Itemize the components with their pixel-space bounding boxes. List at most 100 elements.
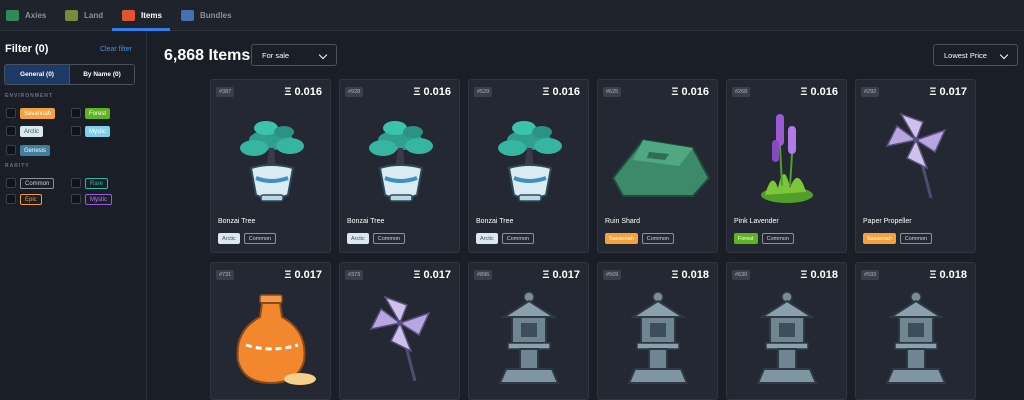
arctic-checkbox[interactable] [6, 126, 16, 136]
tab-items-label: Items [141, 11, 162, 20]
item-card[interactable]: #292 Ξ 0.017 Paper Propeller Savannah Co… [855, 79, 976, 253]
rarity-tag: Common [761, 233, 794, 244]
item-count-title: 6,868 Items [164, 47, 251, 64]
item-id-badge: #731 [216, 270, 235, 280]
pinwheel-item-image [861, 100, 972, 210]
item-price: Ξ 0.017 [284, 269, 322, 281]
item-id-badge: #593 [861, 270, 880, 280]
filter-title: Filter (0) [5, 43, 49, 55]
sale-filter-dropdown[interactable]: For sale [251, 44, 337, 66]
rare-tag: Rare [85, 178, 109, 189]
top-nav: Axies Land Items Bundles [0, 0, 1024, 31]
clear-filter-link[interactable]: Clear filter [100, 46, 132, 53]
tab-axies[interactable]: Axies [6, 0, 46, 31]
item-id-badge: #529 [474, 87, 493, 97]
tab-land-label: Land [84, 11, 104, 20]
item-card[interactable]: #569 Ξ 0.018 [597, 262, 718, 400]
item-name: Bonzai Tree [476, 218, 514, 225]
item-tags: Arctic Common [347, 233, 406, 244]
item-price: Ξ 0.018 [929, 269, 967, 281]
item-card[interactable]: #731 Ξ 0.017 [210, 262, 331, 400]
by-name-filter-tab[interactable]: By Name (0) [70, 65, 134, 84]
item-id-badge: #387 [216, 87, 235, 97]
item-id-badge: #928 [345, 87, 364, 97]
rare-checkbox[interactable] [71, 178, 81, 188]
item-card[interactable]: #928 Ξ 0.016 Bonzai Tree Arctic Common [339, 79, 460, 253]
item-price: Ξ 0.016 [542, 86, 580, 98]
item-id-badge: #569 [603, 270, 622, 280]
item-id-badge: #625 [603, 87, 622, 97]
environment-tag: Savannah [863, 233, 896, 244]
item-price: Ξ 0.016 [800, 86, 838, 98]
item-card[interactable]: #373 Ξ 0.017 [339, 262, 460, 400]
genesis-checkbox[interactable] [6, 145, 16, 155]
tab-items[interactable]: Items [122, 0, 162, 31]
lantern-item-image [861, 283, 972, 393]
rarity-tag: Common [501, 233, 535, 244]
item-tags: Arctic Common [218, 233, 277, 244]
lantern-item-image [474, 283, 585, 393]
item-tags: Arctic Common [476, 233, 535, 244]
environment-tag: Forest [734, 233, 758, 244]
tab-bundles[interactable]: Bundles [181, 0, 232, 31]
mystic-rarity-tag: Mystic [85, 194, 112, 205]
lavender-item-image [732, 100, 843, 210]
item-card[interactable]: #387 Ξ 0.016 Bonzai Tree Arctic Common [210, 79, 331, 253]
savannah-tag: Savannah [20, 108, 56, 119]
lantern-item-image [732, 283, 843, 393]
rarity-tag: Common [899, 233, 933, 244]
common-checkbox[interactable] [6, 178, 16, 188]
general-filter-tab[interactable]: General (0) [5, 65, 70, 84]
item-card[interactable]: #529 Ξ 0.016 Bonzai Tree Arctic Common [468, 79, 589, 253]
item-price: Ξ 0.017 [413, 269, 451, 281]
epic-tag: Epic [20, 194, 42, 205]
epic-checkbox[interactable] [6, 194, 16, 204]
item-card[interactable]: #625 Ξ 0.016 Ruin Shard Savannah Common [597, 79, 718, 253]
environment-heading: ENVIRONMENT [5, 93, 53, 99]
rarity-heading: RARITY [5, 163, 30, 169]
mystic-env-checkbox[interactable] [71, 126, 81, 136]
item-price: Ξ 0.017 [542, 269, 580, 281]
item-name: Paper Propeller [863, 218, 912, 225]
bonsai-item-image [216, 100, 327, 210]
sale-filter-value: For sale [262, 50, 290, 60]
sort-dropdown[interactable]: Lowest Price [933, 44, 1018, 66]
rarity-tag: Common [243, 233, 277, 244]
item-card[interactable]: #268 Ξ 0.016 Pink Lavender Forest Common [726, 79, 847, 253]
item-price: Ξ 0.018 [800, 269, 838, 281]
environment-tag: Arctic [218, 233, 240, 244]
item-card[interactable]: #630 Ξ 0.018 [726, 262, 847, 400]
filter-mode-toggle: General (0) By Name (0) [4, 64, 135, 85]
item-tags: Forest Common [734, 233, 794, 244]
item-name: Ruin Shard [605, 218, 641, 225]
tab-axies-label: Axies [25, 11, 47, 20]
item-tags: Savannah Common [605, 233, 675, 244]
item-pot-icon [122, 10, 135, 21]
mystic-env-tag: Mystic [85, 126, 110, 137]
item-id-badge: #896 [474, 270, 493, 280]
bonsai-item-image [474, 100, 585, 210]
lantern-item-image [603, 283, 714, 393]
item-name: Bonzai Tree [347, 218, 385, 225]
rarity-tag: Common [372, 233, 406, 244]
item-id-badge: #268 [732, 87, 751, 97]
bundle-icon [181, 10, 194, 21]
chevron-down-icon [318, 50, 328, 60]
rarity-tag: Common [641, 233, 675, 244]
environment-tag: Arctic [476, 233, 498, 244]
land-icon [65, 10, 78, 21]
item-card[interactable]: #896 Ξ 0.017 [468, 262, 589, 400]
forest-checkbox[interactable] [71, 108, 81, 118]
chevron-down-icon [999, 50, 1009, 60]
item-id-badge: #373 [345, 270, 364, 280]
savannah-checkbox[interactable] [6, 108, 16, 118]
environment-tag: Arctic [347, 233, 369, 244]
axie-icon [6, 10, 19, 21]
item-price: Ξ 0.016 [671, 86, 709, 98]
tab-land[interactable]: Land [65, 0, 103, 31]
pinwheel-item-image [345, 283, 456, 393]
item-card[interactable]: #593 Ξ 0.018 [855, 262, 976, 400]
sort-value: Lowest Price [944, 50, 987, 60]
vase-item-image [216, 283, 327, 393]
mystic-rarity-checkbox[interactable] [71, 194, 81, 204]
